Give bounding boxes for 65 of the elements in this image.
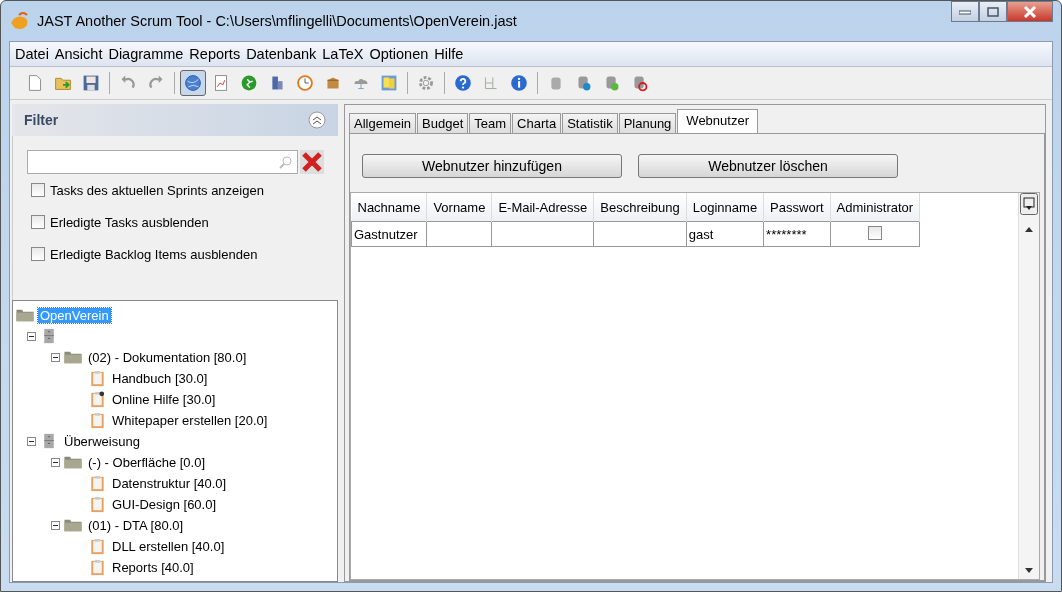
tab[interactable]: Charta (512, 113, 562, 133)
menu-item[interactable]: Datenbank (243, 46, 320, 62)
column-header[interactable]: Vorname (426, 193, 492, 222)
checkbox-label: Tasks des aktuellen Sprints anzeigen (50, 182, 264, 198)
menu-item[interactable]: Ansicht (51, 46, 106, 62)
collapse-icon[interactable] (51, 353, 60, 362)
tree-item[interactable]: (01) - DTA [80.0] (86, 518, 186, 533)
checkbox[interactable] (31, 215, 45, 229)
checkbox-label: Erledigte Backlog Items ausblenden (50, 246, 258, 262)
minimize-icon (959, 8, 971, 15)
tree-item[interactable]: Reports [40.0] (110, 560, 196, 575)
tab[interactable]: Planung (618, 113, 677, 133)
column-header[interactable]: Loginname (686, 193, 764, 222)
tab[interactable]: Team (469, 113, 512, 133)
menu-item[interactable]: Hilfe (431, 46, 467, 62)
maximize-button[interactable] (979, 1, 1007, 22)
table-cell: gast (688, 226, 714, 242)
tab[interactable]: Webnutzer (677, 109, 758, 133)
checkbox[interactable] (867, 225, 882, 240)
column-header[interactable]: Administrator (830, 193, 920, 222)
action-button[interactable]: Webnutzer löschen (638, 154, 898, 178)
close-button[interactable] (1007, 1, 1053, 22)
clear-button[interactable] (300, 150, 324, 174)
column-header[interactable]: Nachname (351, 193, 427, 222)
tree-item[interactable]: (-) - Oberfläche [0.0] (86, 455, 208, 470)
tab[interactable]: Budget (417, 113, 469, 133)
tree-item[interactable]: DLL erstellen [40.0] (110, 539, 227, 554)
tree-item[interactable]: Handbuch [30.0] (110, 371, 210, 386)
collapse-icon[interactable] (27, 332, 36, 341)
window-title: JAST Another Scrum Tool - C:\Users\mflingelli\Documents\OpenVerein.jast (37, 13, 518, 29)
tree-item[interactable]: (02) - Dokumentation [80.0] (86, 350, 249, 365)
table-cell: Gastnutzer (354, 226, 418, 242)
scroll-down-icon[interactable] (1024, 567, 1034, 575)
tree-item[interactable]: Überweisung (62, 434, 142, 449)
collapse-icon[interactable] (27, 437, 36, 446)
menu-item[interactable]: Diagramme (105, 46, 187, 62)
collapse-icon[interactable] (51, 521, 60, 530)
column-chooser-icon[interactable] (1020, 193, 1038, 215)
tree-item[interactable]: Whitepaper erstellen [20.0] (110, 413, 270, 428)
close-icon (1023, 5, 1037, 18)
tab[interactable]: Statistik (562, 113, 618, 133)
menu-item[interactable]: Reports (186, 46, 244, 62)
menu-item[interactable]: Optionen (366, 46, 432, 62)
collapse-icon[interactable] (51, 458, 60, 467)
scroll-up-icon[interactable] (1024, 225, 1034, 233)
menu-item[interactable]: Datei (12, 46, 52, 62)
search-icon (279, 155, 293, 169)
tree-item[interactable]: Datenstruktur [40.0] (110, 476, 229, 491)
column-header[interactable]: E-Mail-Adresse (491, 193, 594, 222)
menu-item[interactable]: LaTeX (319, 46, 367, 62)
tree-item[interactable]: Online Hilfe [30.0] (110, 392, 218, 407)
checkbox[interactable] (31, 183, 45, 197)
maximize-icon (987, 6, 999, 17)
search-field[interactable] (27, 150, 298, 174)
checkbox[interactable] (31, 247, 45, 261)
tab[interactable]: Allgemein (349, 113, 417, 133)
column-header[interactable]: Passwort (763, 193, 831, 222)
checkbox-label: Erledigte Tasks ausblenden (50, 214, 209, 230)
tree-item[interactable]: GUI-Design [60.0] (110, 497, 219, 512)
table-cell: ******** (766, 226, 807, 242)
globe-icon[interactable] (180, 70, 206, 96)
action-button[interactable]: Webnutzer hinzufügen (362, 154, 622, 178)
minimize-button[interactable] (951, 1, 979, 22)
filter-title: Filter (24, 112, 59, 128)
column-header[interactable]: Beschreibung (593, 193, 687, 222)
